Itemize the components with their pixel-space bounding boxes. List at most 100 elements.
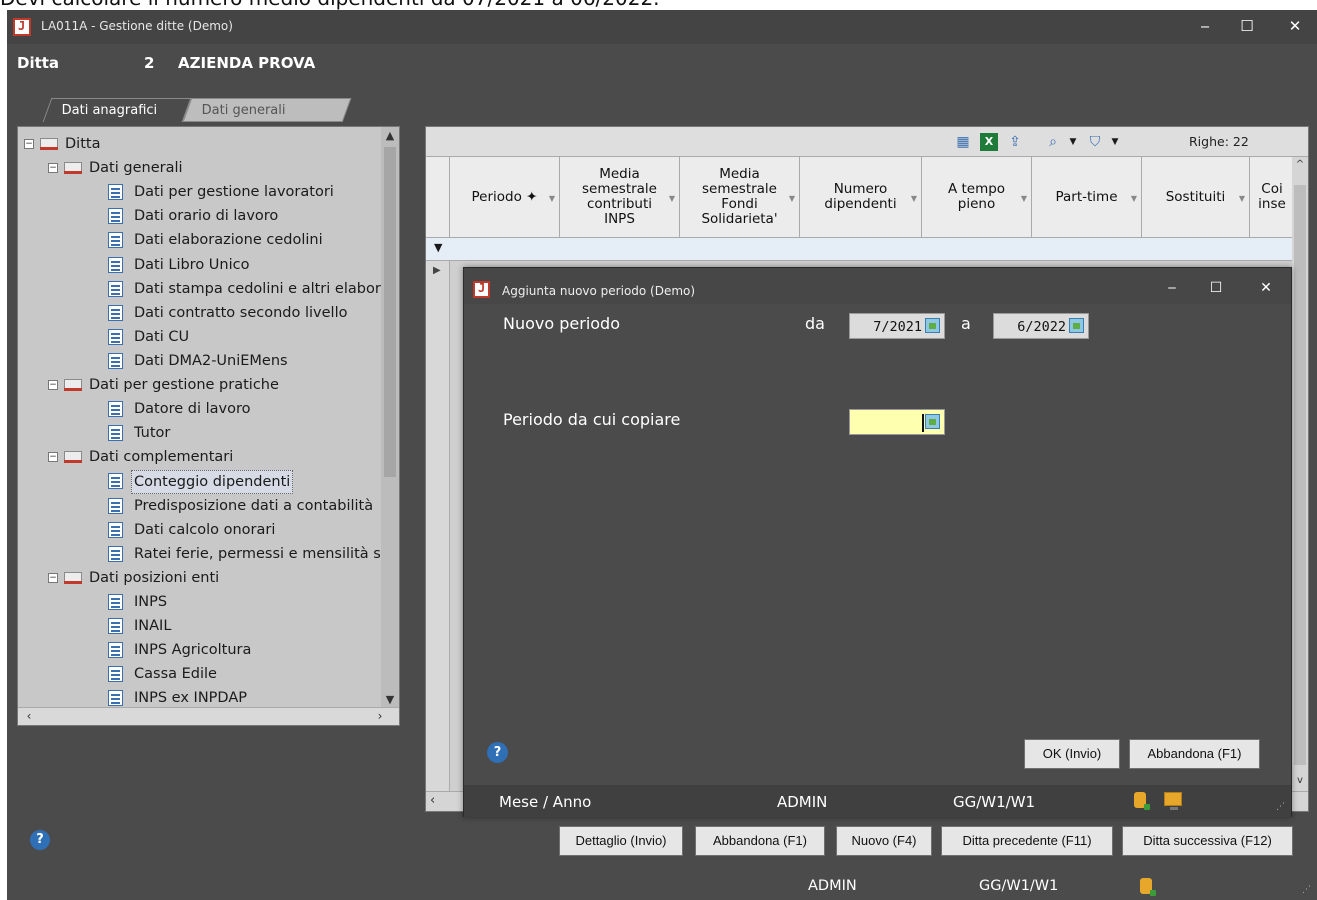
scroll-thumb[interactable] bbox=[384, 147, 396, 477]
periodo-copia-input[interactable] bbox=[849, 409, 945, 435]
columns-icon[interactable]: ▦ bbox=[954, 133, 972, 151]
tree-node-label: Dati complementari bbox=[89, 449, 234, 466]
collapse-icon[interactable]: − bbox=[48, 572, 58, 583]
status-code: GG/W1/W1 bbox=[979, 878, 1059, 894]
row-indicator-header bbox=[426, 157, 450, 237]
tree-node-label: Conteggio dipendenti bbox=[131, 470, 294, 495]
tree-item-node[interactable]: Dati DMA2-UniEMens bbox=[18, 350, 383, 374]
document-icon bbox=[108, 304, 123, 321]
export-icon[interactable]: ⇪ bbox=[1006, 133, 1024, 151]
scroll-left-icon[interactable]: ‹ bbox=[20, 708, 38, 726]
tree-item-node[interactable]: Cassa Edile bbox=[18, 663, 383, 687]
folder-icon bbox=[64, 377, 82, 391]
tree-panel: − Ditta − Dati generali Dati per gestione la… bbox=[17, 126, 400, 726]
collapse-icon[interactable]: − bbox=[48, 380, 58, 390]
dialog-maximize-button[interactable]: ☐ bbox=[1198, 276, 1234, 300]
dettaglio-button[interactable]: Dettaglio (Invio) bbox=[559, 826, 683, 856]
app-logo-icon bbox=[473, 281, 490, 298]
tree-node-label: Cassa Edile bbox=[134, 666, 217, 683]
periodo-da-input[interactable]: 7/2021 bbox=[849, 313, 945, 339]
help-icon[interactable]: ? bbox=[487, 742, 508, 763]
column-contratti-inserimento[interactable]: Coi inse bbox=[1250, 157, 1294, 237]
tree-item-node[interactable]: Dati calcolo onorari bbox=[18, 519, 383, 543]
resize-grip-icon[interactable]: ⋰ bbox=[1302, 885, 1311, 895]
search-icon[interactable]: ⌕ bbox=[1044, 133, 1062, 151]
tree-item-node[interactable]: Dati CU bbox=[18, 326, 383, 350]
tree-item-node[interactable]: Dati per gestione lavoratori bbox=[18, 181, 383, 205]
tree-item-node[interactable]: INPS Agricoltura bbox=[18, 639, 383, 663]
ditta-precedente-button[interactable]: Ditta precedente (F11) bbox=[941, 826, 1113, 856]
filter-icon[interactable]: ⛉ bbox=[1086, 133, 1104, 151]
column-media-inps[interactable]: Media semestrale contributi INPS ▼ bbox=[560, 157, 680, 237]
scroll-up-icon[interactable]: ^ bbox=[1292, 159, 1308, 175]
close-button[interactable]: ✕ bbox=[1277, 14, 1313, 40]
ok-button[interactable]: OK (Invio) bbox=[1024, 739, 1120, 769]
abbandona-button[interactable]: Abbandona (F1) bbox=[695, 826, 825, 856]
column-media-fondi[interactable]: Media semestrale Fondi Solidarieta' ▼ bbox=[680, 157, 800, 237]
dialog-abbandona-button[interactable]: Abbandona (F1) bbox=[1129, 739, 1260, 769]
tree-item-node[interactable]: Dati elaborazione cedolini bbox=[18, 229, 383, 253]
tree-item-node[interactable]: Tutor bbox=[18, 422, 383, 446]
collapse-icon[interactable]: − bbox=[48, 452, 58, 463]
tree-vertical-scrollbar[interactable]: ▲ ▼ bbox=[381, 127, 399, 709]
column-sostituiti[interactable]: Sostituiti ▼ bbox=[1142, 157, 1250, 237]
ditta-successiva-button[interactable]: Ditta successiva (F12) bbox=[1122, 826, 1293, 856]
help-icon[interactable]: ? bbox=[30, 830, 50, 850]
tree-node-label: Predisposizione dati a contabilità bbox=[134, 497, 374, 514]
tree-node-label: Dati posizioni enti bbox=[89, 569, 220, 586]
tab-dati-generali[interactable]: Dati generali bbox=[182, 98, 352, 122]
document-icon bbox=[108, 232, 123, 249]
tree-item-node[interactable]: Dati orario di lavoro bbox=[18, 205, 383, 229]
collapse-icon[interactable]: − bbox=[48, 163, 58, 174]
excel-icon[interactable]: X bbox=[980, 133, 998, 151]
tree-item-node[interactable]: Predisposizione dati a contabilità bbox=[18, 495, 383, 519]
column-periodo[interactable]: Periodo ✦ ▼ bbox=[450, 157, 560, 237]
tree-horizontal-scrollbar[interactable]: ‹ › bbox=[18, 707, 399, 725]
tree-item-node[interactable]: INPS bbox=[18, 591, 383, 615]
tree-folder-node[interactable]: − Dati posizioni enti bbox=[18, 567, 383, 591]
scroll-left-icon[interactable]: ‹ bbox=[430, 793, 435, 808]
minimize-button[interactable]: ‒ bbox=[1187, 14, 1223, 40]
nuovo-button[interactable]: Nuovo (F4) bbox=[836, 826, 932, 856]
calendar-icon[interactable] bbox=[925, 414, 940, 429]
periodo-a-input[interactable]: 6/2022 bbox=[993, 313, 1089, 339]
tree-item-node[interactable]: Dati contratto secondo livello bbox=[18, 302, 383, 326]
tree-node-label: Dati elaborazione cedolini bbox=[134, 232, 323, 249]
tree-folder-node[interactable]: − Dati complementari bbox=[18, 446, 383, 470]
dialog-minimize-button[interactable]: ‒ bbox=[1154, 276, 1190, 300]
status-field-name: Mese / Anno bbox=[499, 793, 592, 811]
resize-grip-icon[interactable]: ⋰ bbox=[1276, 802, 1285, 812]
collapse-icon[interactable]: − bbox=[24, 139, 34, 149]
scroll-down-icon[interactable]: v bbox=[1292, 775, 1308, 791]
column-tempo-pieno[interactable]: A tempo pieno ▼ bbox=[922, 157, 1032, 237]
document-icon bbox=[108, 593, 123, 610]
tree-node-label: INAIL bbox=[134, 618, 172, 634]
chevron-down-icon[interactable]: ▼ bbox=[1106, 133, 1124, 151]
tree-node-label: Tutor bbox=[134, 425, 171, 442]
scroll-right-icon[interactable]: › bbox=[371, 708, 389, 726]
tree-item-node[interactable]: Dati Libro Unico bbox=[18, 254, 383, 278]
dialog-close-button[interactable]: ✕ bbox=[1248, 276, 1284, 300]
chevron-down-icon[interactable]: ▼ bbox=[1064, 133, 1082, 151]
tree-item-node[interactable]: Datore di lavoro bbox=[18, 398, 383, 422]
column-part-time[interactable]: Part-time ▼ bbox=[1032, 157, 1142, 237]
calendar-icon[interactable] bbox=[925, 318, 940, 333]
calendar-icon[interactable] bbox=[1069, 318, 1084, 333]
document-icon bbox=[108, 401, 123, 418]
maximize-button[interactable]: ☐ bbox=[1229, 14, 1265, 40]
app-logo-icon bbox=[13, 18, 31, 36]
tree-folder-node[interactable]: − Dati per gestione pratiche bbox=[18, 374, 383, 398]
tree-folder-node[interactable]: − Dati generali bbox=[18, 157, 383, 181]
scroll-up-icon[interactable]: ▲ bbox=[381, 127, 399, 145]
tree-folder-node[interactable]: − Ditta bbox=[18, 133, 383, 157]
tree-item-node[interactable]: Dati stampa cedolini e altri elabor bbox=[18, 278, 383, 302]
tab-dati-anagrafici[interactable]: Dati anagrafici bbox=[42, 98, 192, 122]
tree-item-node[interactable]: Conteggio dipendenti bbox=[18, 470, 383, 495]
filter-row[interactable]: ▼ bbox=[426, 237, 1294, 261]
tree-item-node[interactable]: Ratei ferie, permessi e mensilità s bbox=[18, 543, 383, 567]
tree-node-label: Dati contratto secondo livello bbox=[134, 304, 348, 321]
grid-vertical-scrollbar[interactable]: ^ v bbox=[1292, 157, 1308, 793]
column-numero-dipendenti[interactable]: Numero dipendenti ▼ bbox=[800, 157, 922, 237]
tree-item-node[interactable]: INAIL bbox=[18, 615, 383, 639]
scroll-thumb[interactable] bbox=[1294, 185, 1306, 765]
